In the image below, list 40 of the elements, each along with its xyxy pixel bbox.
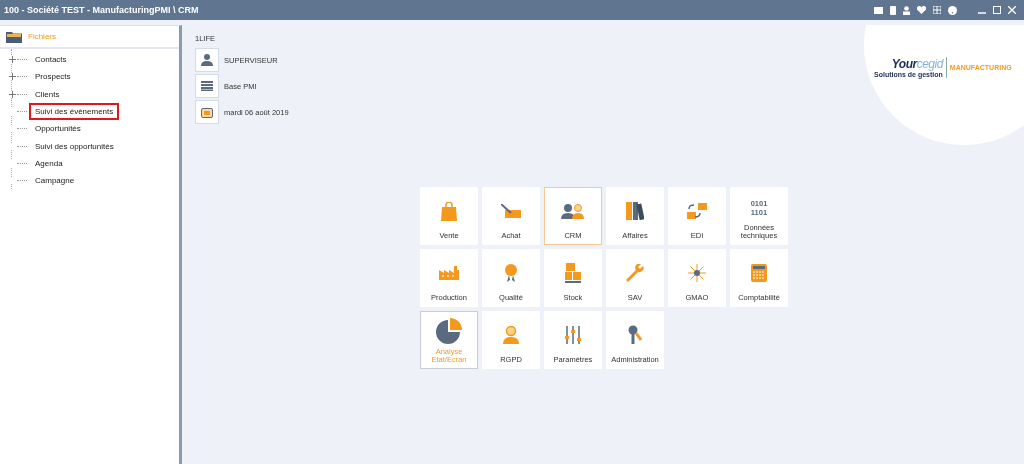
tree-item[interactable]: Suivi des opportunités xyxy=(29,137,120,155)
folder-icon xyxy=(6,30,22,43)
expand-icon[interactable] xyxy=(9,56,16,64)
boxes-icon xyxy=(565,263,581,283)
help-icon[interactable] xyxy=(948,5,957,15)
medal-icon xyxy=(504,263,518,283)
shopping-bag-icon xyxy=(441,201,457,221)
person-icon xyxy=(503,326,519,344)
tree-item[interactable]: Agenda xyxy=(29,154,69,172)
user-icon[interactable] xyxy=(903,5,910,15)
tree-item[interactable]: Opportunités xyxy=(29,120,87,138)
exchange-icon xyxy=(687,202,707,220)
grid-icon[interactable] xyxy=(933,6,941,14)
card-icon xyxy=(501,204,521,218)
calculator-icon xyxy=(751,264,767,282)
network-icon xyxy=(687,263,707,283)
maximize-icon[interactable] xyxy=(993,6,1001,14)
mail-icon[interactable] xyxy=(874,6,883,14)
user-icon xyxy=(195,48,219,72)
tree-item[interactable]: Campagne xyxy=(29,172,81,190)
pie-chart-icon xyxy=(436,318,462,344)
expand-icon[interactable] xyxy=(9,73,16,81)
wrench-icon xyxy=(626,264,644,282)
heart-icon[interactable] xyxy=(917,6,926,14)
tree-item[interactable]: Suivi des évènements xyxy=(29,103,120,121)
window-title: 100 - Société TEST - ManufacturingPMI \ CRM xyxy=(4,5,199,15)
people-icon xyxy=(561,203,585,219)
brand-logo: Yourcegid xyxy=(891,57,943,71)
sliders-icon xyxy=(564,326,582,344)
expand-icon[interactable] xyxy=(9,90,16,98)
phone-icon[interactable] xyxy=(890,5,896,15)
tree-item[interactable]: Contacts xyxy=(29,51,73,69)
database-icon xyxy=(195,74,219,98)
calendar-icon xyxy=(195,100,219,124)
close-icon[interactable] xyxy=(1008,6,1016,14)
factory-icon xyxy=(439,266,459,280)
tree-item[interactable]: Clients xyxy=(29,85,66,103)
binders-icon xyxy=(626,202,644,220)
key-icon xyxy=(628,325,642,345)
tree-item[interactable]: Prospects xyxy=(29,68,77,86)
